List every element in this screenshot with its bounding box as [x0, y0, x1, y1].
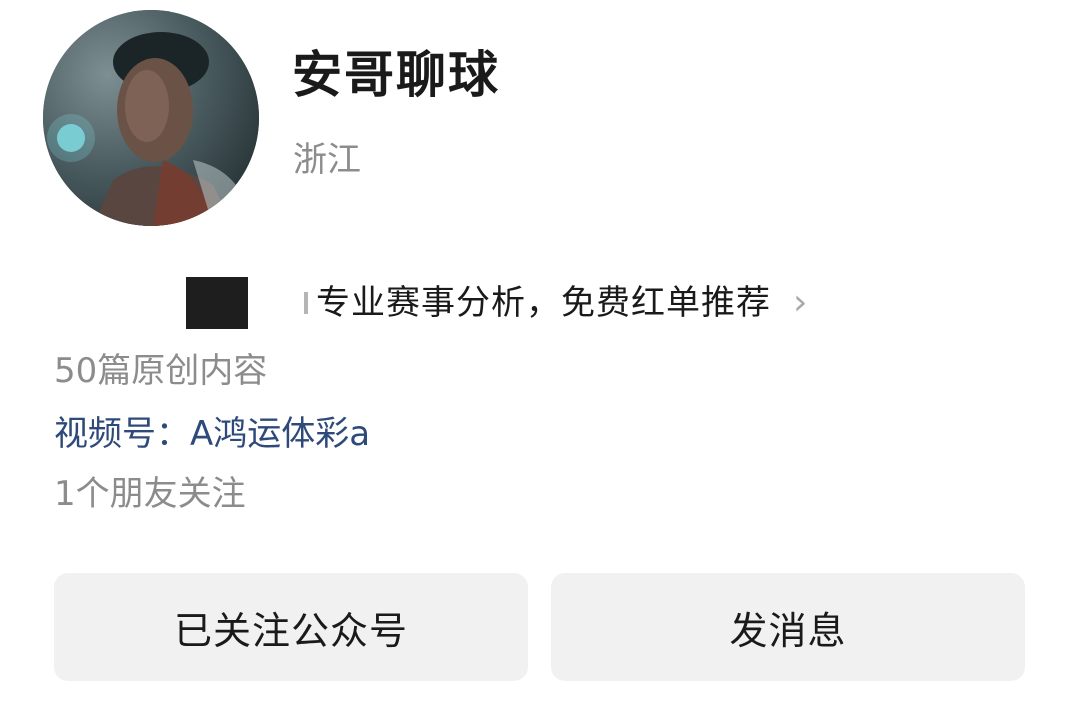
- followed-account-button[interactable]: 已关注公众号: [54, 573, 528, 681]
- account-bio: 专业赛事分析，免费红单推荐: [316, 283, 771, 323]
- video-channel-link[interactable]: 视频号：A鸿运体彩a: [54, 411, 370, 457]
- friends-following[interactable]: 1个朋友关注: [54, 471, 246, 517]
- chevron-right-icon: ›: [793, 282, 808, 323]
- bio-row[interactable]: 专业赛事分析，免费红单推荐 ›: [186, 272, 807, 334]
- avatar-photo-icon: [43, 10, 259, 226]
- original-content-count[interactable]: 50篇原创内容: [54, 348, 267, 394]
- account-name: 安哥聊球: [292, 46, 500, 104]
- official-account-profile: 安哥聊球 浙江 专业赛事分析，免费红单推荐 › 50篇原创内容 视频号：A鸿运体…: [0, 0, 1080, 713]
- redacted-block: [186, 277, 248, 329]
- send-message-button[interactable]: 发消息: [551, 573, 1025, 681]
- account-region: 浙江: [293, 140, 361, 180]
- redacted-mark: [304, 292, 308, 314]
- avatar[interactable]: [43, 10, 259, 226]
